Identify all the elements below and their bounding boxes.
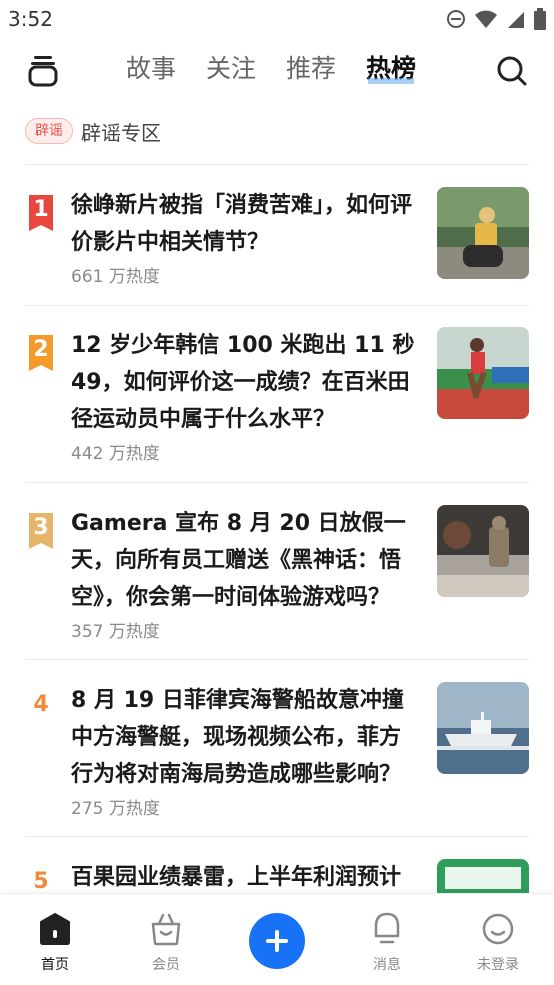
top-tabs: 故事 关注 推荐 热榜 [126,52,416,86]
member-basket-icon [151,913,181,946]
rank-badge-tail [29,225,53,231]
status-bar: 3:52 [0,0,554,38]
rank-badge: 3 [29,513,53,543]
thumbnail-image [437,505,529,597]
hot-item-heat: 442 万热度 [71,444,160,464]
thumbnail-image [437,682,529,774]
tab-stories[interactable]: 故事 [126,52,176,86]
rank-badge: 2 [29,335,53,365]
rumor-badge: 辟谣 [25,118,73,144]
battery-icon [534,8,546,30]
smiley-face-icon [482,913,514,945]
nav-profile[interactable]: 未登录 [458,910,538,974]
hot-item-heat: 661 万热度 [71,267,160,287]
hot-item-title: 百果园业绩暴雷，上半年利润预计 [71,865,402,890]
divider [25,164,529,165]
hot-list-item[interactable]: 3 Gamera 宣布 8 月 20 日放假一天，向所有员工赠送《黑神话：悟空》… [25,505,529,645]
nav-member[interactable]: 会员 [126,910,206,974]
nav-messages[interactable]: 消息 [347,910,427,974]
hot-item-title: 徐峥新片被指「消费苦难」，如何评价影片中相关情节？ [71,193,413,255]
status-time: 3:52 [8,7,53,31]
hot-list-item[interactable]: 1 徐峥新片被指「消费苦难」，如何评价影片中相关情节？ 661 万热度 [25,187,529,287]
rank-badge-tail [29,543,53,549]
bottom-nav: 首页 会员 消息 未登录 [0,893,554,985]
thumbnail-image [437,187,529,279]
hot-item-title: 12 岁少年韩信 100 米跑出 11 秒 49，如何评价这一成绩？在百米田径运… [71,333,415,432]
nav-profile-label: 未登录 [477,957,519,973]
divider [25,836,529,837]
create-plus-button[interactable] [249,913,305,969]
stack-menu-icon[interactable] [27,54,59,88]
status-icons [446,8,546,30]
do-not-disturb-icon [447,10,465,28]
tab-following[interactable]: 关注 [206,52,256,86]
rank-badge: 1 [29,195,53,225]
nav-member-label: 会员 [152,957,180,973]
divider [25,305,529,306]
hot-item-heat: 275 万热度 [71,799,160,819]
wifi-icon [475,10,497,28]
rank-number: 4 [33,692,49,717]
top-nav: 故事 关注 推荐 热榜 [0,42,554,102]
tab-recommended[interactable]: 推荐 [286,52,336,86]
hot-item-title: Gamera 宣布 8 月 20 日放假一天，向所有员工赠送《黑神话：悟空》，你… [71,511,406,610]
rank-number: 5 [33,869,49,893]
nav-home[interactable]: 首页 [15,910,95,974]
divider [25,482,529,483]
hot-item-heat: 357 万热度 [71,622,160,642]
thumbnail-image [437,327,529,419]
tab-hot-list[interactable]: 热榜 [366,52,416,86]
hot-list-item[interactable]: 2 12 岁少年韩信 100 米跑出 11 秒 49，如何评价这一成绩？在百米田… [25,327,529,467]
rumor-section-label: 辟谣专区 [81,120,161,145]
hot-list-item[interactable]: 5 百果园业绩暴雷，上半年利润预计 [25,859,529,893]
rank-badge-tail [29,365,53,371]
cellular-signal-icon [508,12,524,28]
thumbnail-image [437,859,529,893]
nav-messages-label: 消息 [373,957,401,973]
rumor-section[interactable]: 辟谣 辟谣专区 [25,114,161,148]
home-icon [40,913,70,945]
hot-list-item[interactable]: 4 8 月 19 日菲律宾海警船故意冲撞中方海警艇，现场视频公布，菲方行为将对南… [25,682,529,822]
nav-home-label: 首页 [41,957,69,973]
bell-icon [374,912,400,944]
hot-item-title: 8 月 19 日菲律宾海警船故意冲撞中方海警艇，现场视频公布，菲方行为将对南海局… [71,688,404,787]
divider [25,659,529,660]
search-icon[interactable] [496,54,528,88]
